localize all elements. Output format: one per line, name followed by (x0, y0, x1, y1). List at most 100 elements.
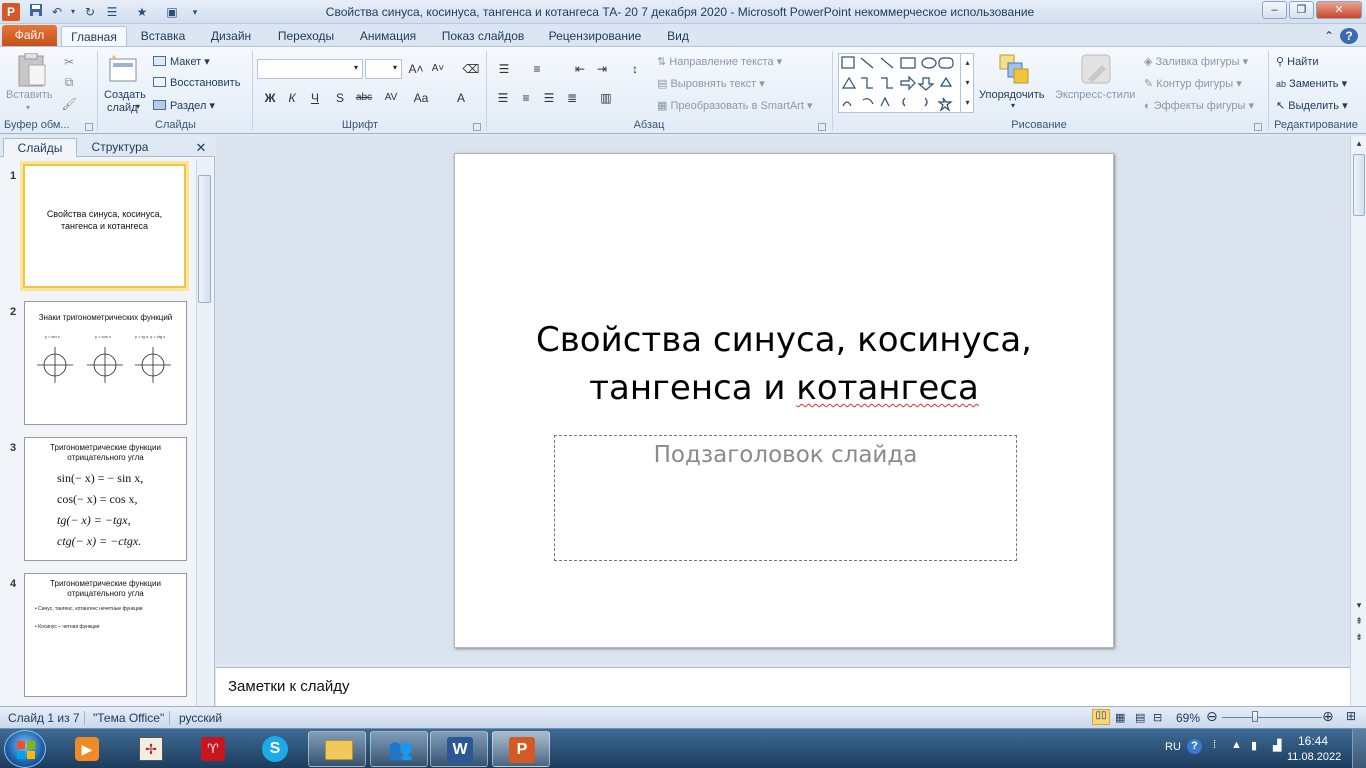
shape-outline-button[interactable]: ✎ Контур фигуры ▾ (1144, 77, 1242, 90)
font-size-combo[interactable]: ▾ (365, 59, 402, 79)
pane-scrollbar[interactable] (196, 159, 212, 706)
help-icon[interactable]: ? (1340, 28, 1358, 44)
paste-dropdown-icon[interactable]: ▾ (26, 103, 30, 112)
normal-view-icon[interactable]: ▯▯ (1092, 709, 1110, 725)
new-slide-icon[interactable] (108, 55, 138, 83)
start-button[interactable] (4, 730, 46, 768)
list-icon[interactable]: ☰ (103, 3, 121, 21)
taskbar-explorer[interactable] (308, 731, 366, 767)
language[interactable]: русский (179, 711, 222, 725)
taskbar-skype[interactable]: S (246, 731, 304, 767)
input-language[interactable]: RU (1165, 741, 1181, 753)
next-slide-icon[interactable]: ⇟ (1351, 630, 1366, 644)
editor-scrollbar-thumb[interactable] (1353, 154, 1365, 216)
slide-show-icon[interactable]: ⊟ (1153, 711, 1162, 724)
shapes-scroll[interactable]: ▴ ▾ ▾ (960, 53, 974, 113)
arrange-icon[interactable] (998, 53, 1030, 85)
tab-slides[interactable]: Слайды (3, 138, 77, 157)
zoom-level[interactable]: 69% (1176, 711, 1200, 725)
paste-icon[interactable] (15, 52, 49, 89)
taskbar-powerpoint[interactable]: P (492, 731, 550, 767)
show-desktop-button[interactable] (1352, 729, 1366, 768)
notes-pane[interactable]: Заметки к слайду (216, 667, 1350, 706)
align-center-icon[interactable]: ≡ (517, 89, 535, 107)
font-name-combo[interactable]: ▾ (257, 59, 363, 79)
taskbar-pdf-reader[interactable]: ♈ (184, 731, 242, 767)
drawing-launcher-icon[interactable] (1254, 123, 1262, 131)
zoom-out-icon[interactable]: ⊖ (1206, 709, 1218, 723)
text-direction-button[interactable]: ⇅ Направление текста ▾ (657, 55, 782, 68)
signal-icon[interactable]: ▟ (1273, 739, 1281, 752)
powerpoint-app-icon[interactable]: P (2, 3, 20, 21)
pane-scrollbar-thumb[interactable] (198, 175, 211, 303)
decrease-indent-icon[interactable]: ⇤ (571, 60, 589, 78)
bold-button[interactable]: Ж (261, 89, 279, 107)
arrange-button[interactable]: Упорядочить (979, 89, 1044, 101)
theme-name[interactable]: "Тема Office" (93, 711, 164, 725)
smartart-button[interactable]: ▦ Преобразовать в SmartArt ▾ (657, 99, 812, 112)
strikethrough-button[interactable]: abc (353, 89, 375, 107)
current-slide[interactable]: Свойства синуса, косинуса, тангенса и ко… (454, 153, 1114, 648)
char-spacing-button[interactable]: AV (380, 89, 402, 107)
taskbar-contacts[interactable]: 👥 (370, 731, 428, 767)
clear-formatting-icon[interactable]: ⌫ (462, 60, 480, 78)
underline-button[interactable]: Ч (306, 89, 324, 107)
paste-button[interactable]: Вставить (6, 89, 53, 101)
section-button[interactable]: Раздел ▾ (153, 99, 215, 112)
slide-sorter-icon[interactable]: ▦ (1115, 711, 1125, 724)
format-painter-icon[interactable]: 🖌 (60, 95, 78, 113)
change-case-button[interactable]: Aa (410, 89, 432, 107)
tab-transitions[interactable]: Переходы (270, 26, 342, 46)
shrink-font-icon[interactable]: A˅ (429, 60, 447, 78)
close-button[interactable]: ✕ (1316, 1, 1362, 19)
select-button[interactable]: ↖ Выделить ▾ (1276, 99, 1348, 112)
font-color-button[interactable]: A (452, 89, 470, 107)
align-right-icon[interactable]: ☰ (540, 89, 558, 107)
reading-view-icon[interactable]: ▤ (1135, 711, 1145, 724)
taskbar-media-player[interactable]: ▶ (58, 731, 116, 767)
grow-font-icon[interactable]: A˄ (407, 60, 425, 78)
customize-quick-access-icon[interactable]: ▾ (186, 3, 204, 21)
tab-outline[interactable]: Структура (82, 138, 158, 157)
quick-styles-button[interactable]: Экспресс-стили (1055, 89, 1135, 101)
help-tray-icon[interactable]: ? (1187, 739, 1202, 754)
find-button[interactable]: ⚲ Найти (1276, 55, 1319, 68)
shapes-gallery[interactable] (838, 53, 974, 113)
battery-icon[interactable]: ▮ (1251, 739, 1257, 752)
tray-chevron-icon[interactable]: ⁞ (1213, 739, 1216, 751)
slide-thumbnail-2[interactable]: Знаки тригонометрических функций y = sin… (24, 301, 187, 425)
clock-date[interactable]: 11.08.2022 (1287, 751, 1341, 763)
taskbar-word[interactable]: W (430, 731, 488, 767)
scroll-down-icon[interactable]: ▾ (1351, 598, 1366, 612)
undo-dropdown-icon[interactable]: ▾ (64, 3, 82, 21)
columns-icon[interactable]: ▥ (597, 89, 615, 107)
tab-view[interactable]: Вид (660, 26, 696, 46)
numbering-icon[interactable]: ≡ (528, 60, 546, 78)
close-pane-icon[interactable]: ✕ (193, 138, 209, 157)
cut-icon[interactable]: ✂ (60, 53, 78, 71)
fit-to-window-icon[interactable]: ⊞ (1346, 709, 1356, 723)
subtitle-placeholder-box[interactable]: Подзаголовок слайда (554, 435, 1017, 561)
bullets-icon[interactable]: ☰ (495, 60, 513, 78)
tab-animation[interactable]: Анимация (352, 26, 424, 46)
shadow-button[interactable]: S (331, 89, 349, 107)
save-icon[interactable] (27, 3, 45, 21)
shape-fill-button[interactable]: ◈ Заливка фигуры ▾ (1144, 55, 1248, 68)
scroll-up-icon[interactable]: ▴ (1351, 136, 1366, 150)
zoom-slider-thumb[interactable] (1251, 711, 1258, 722)
editor-scrollbar[interactable]: ▴ ▾ ⇞ ⇟ (1350, 136, 1366, 706)
redo-icon[interactable]: ↻ (81, 3, 99, 21)
new-slide-label-1[interactable]: Создать (104, 89, 146, 101)
arrange-dropdown-icon[interactable]: ▾ (1011, 101, 1015, 110)
maximize-button[interactable]: ❐ (1289, 1, 1314, 19)
line-spacing-icon[interactable]: ↕ (626, 60, 644, 78)
shape-effects-button[interactable]: ◐ Эффекты фигуры ▾ (1144, 99, 1254, 112)
tab-home[interactable]: Главная (61, 26, 127, 46)
star-icon[interactable]: ★ (133, 3, 151, 21)
tab-slide-show[interactable]: Показ слайдов (435, 26, 531, 46)
tab-file[interactable]: Файл (2, 25, 57, 46)
clock-time[interactable]: 16:44 (1298, 734, 1328, 748)
align-left-icon[interactable]: ☰ (494, 89, 512, 107)
tab-review[interactable]: Рецензирование (542, 26, 648, 46)
minimize-button[interactable]: – (1262, 1, 1287, 19)
